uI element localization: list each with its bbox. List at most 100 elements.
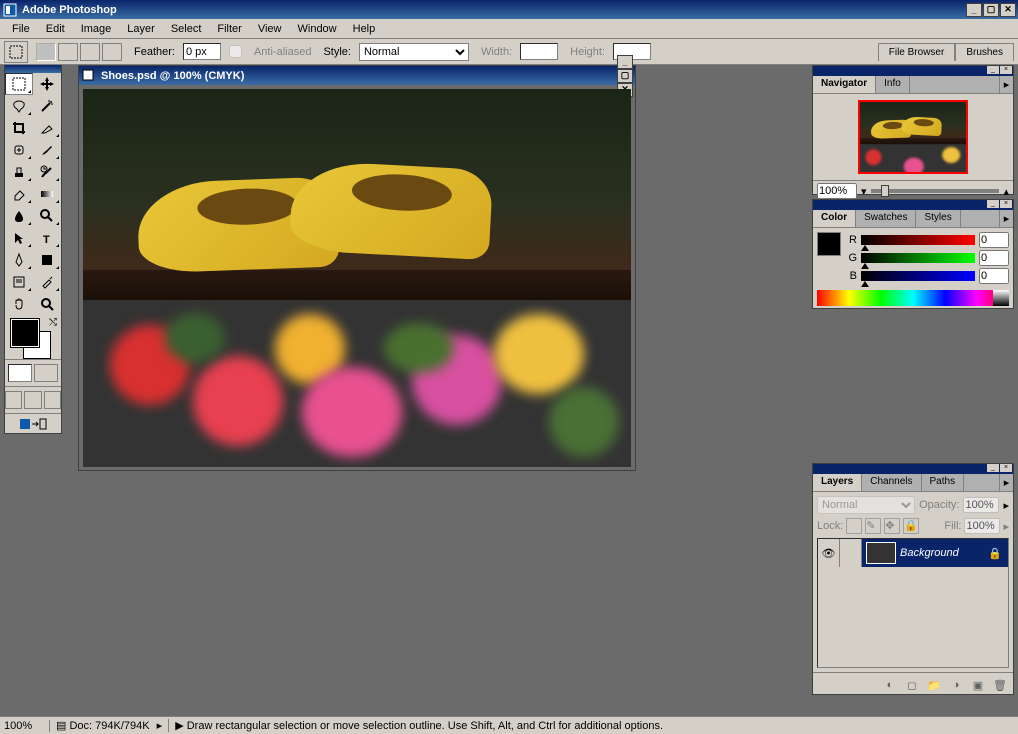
document-title-bar[interactable]: Shoes.psd @ 100% (CMYK) _ ▢ ✕ <box>79 66 635 85</box>
layer-row[interactable]: 👁 Background 🔒 <box>818 539 1008 567</box>
screen-menubar-button[interactable] <box>24 391 41 409</box>
menu-select[interactable]: Select <box>163 21 210 37</box>
menu-edit[interactable]: Edit <box>38 21 73 37</box>
quickmask-mode-button[interactable] <box>34 364 58 382</box>
style-select[interactable]: Normal <box>359 43 469 61</box>
selection-intersect-button[interactable] <box>102 43 122 61</box>
feather-input[interactable] <box>183 43 221 60</box>
tab-file-browser[interactable]: File Browser <box>878 43 956 61</box>
panel-minimize-icon[interactable]: _ <box>987 200 999 208</box>
maximize-button[interactable]: ▢ <box>983 3 999 17</box>
menu-layer[interactable]: Layer <box>119 21 163 37</box>
gradient-tool[interactable] <box>33 183 61 205</box>
selection-add-button[interactable] <box>58 43 78 61</box>
selection-new-button[interactable] <box>36 43 56 61</box>
status-menu-icon[interactable]: ▸ <box>157 720 163 732</box>
document-canvas[interactable] <box>83 89 631 467</box>
color-panel-titlebar[interactable]: _ × <box>813 200 1013 210</box>
zoom-out-icon[interactable]: ▾ <box>861 185 867 198</box>
current-tool-icon[interactable] <box>4 41 28 63</box>
screen-standard-button[interactable] <box>5 391 22 409</box>
blur-tool[interactable] <box>5 205 33 227</box>
type-tool[interactable]: T <box>33 227 61 249</box>
navigator-zoom-input[interactable] <box>817 183 857 199</box>
adjustment-layer-button[interactable]: ◑ <box>946 676 966 694</box>
tab-channels[interactable]: Channels <box>862 474 921 491</box>
crop-tool[interactable] <box>5 117 33 139</box>
layer-visibility-icon[interactable]: 👁 <box>818 539 840 567</box>
blue-slider[interactable] <box>861 271 975 281</box>
toolbox-grip[interactable] <box>5 65 61 73</box>
tab-layers[interactable]: Layers <box>813 474 862 491</box>
eyedropper-tool[interactable] <box>33 271 61 293</box>
eraser-tool[interactable] <box>5 183 33 205</box>
layers-panel-menu[interactable]: ▸ <box>999 474 1013 491</box>
layer-style-button[interactable]: ◐ <box>880 676 900 694</box>
tab-info[interactable]: Info <box>876 76 910 93</box>
move-tool[interactable] <box>33 73 61 95</box>
navigator-thumbnail[interactable] <box>858 100 968 174</box>
menu-file[interactable]: File <box>4 21 38 37</box>
lock-all-button[interactable]: 🔒 <box>903 518 919 534</box>
new-layer-button[interactable]: ▣ <box>968 676 988 694</box>
tab-color[interactable]: Color <box>813 210 856 227</box>
foreground-color-swatch[interactable] <box>11 319 39 347</box>
shape-tool[interactable] <box>33 249 61 271</box>
panel-minimize-icon[interactable]: _ <box>987 464 999 472</box>
navigator-panel-menu[interactable]: ▸ <box>999 76 1013 93</box>
color-panel-menu[interactable]: ▸ <box>999 210 1013 227</box>
status-zoom[interactable]: 100% <box>0 720 50 732</box>
lock-transparency-button[interactable] <box>846 518 862 534</box>
hand-tool[interactable] <box>5 293 33 315</box>
brush-tool[interactable] <box>33 139 61 161</box>
doc-minimize-button[interactable]: _ <box>617 55 633 69</box>
layer-thumbnail[interactable] <box>866 542 896 564</box>
navigator-zoom-slider[interactable] <box>871 189 1000 193</box>
standard-mode-button[interactable] <box>8 364 32 382</box>
close-button[interactable]: ✕ <box>1000 3 1016 17</box>
layer-link-icon[interactable] <box>840 539 862 567</box>
menu-window[interactable]: Window <box>290 21 345 37</box>
jump-to-imageready[interactable] <box>5 413 61 433</box>
clone-stamp-tool[interactable] <box>5 161 33 183</box>
tab-navigator[interactable]: Navigator <box>813 76 876 93</box>
menu-help[interactable]: Help <box>345 21 384 37</box>
navigator-panel-titlebar[interactable]: _ × <box>813 66 1013 76</box>
color-ramp[interactable] <box>817 290 1009 306</box>
panel-close-icon[interactable]: × <box>1000 66 1012 74</box>
menu-view[interactable]: View <box>250 21 290 37</box>
swap-colors-icon[interactable]: ⤭ <box>49 317 57 328</box>
healing-brush-tool[interactable] <box>5 139 33 161</box>
screen-full-button[interactable] <box>44 391 61 409</box>
lock-image-button[interactable]: ✎ <box>865 518 881 534</box>
menu-filter[interactable]: Filter <box>209 21 249 37</box>
doc-maximize-button[interactable]: ▢ <box>617 69 633 83</box>
notes-tool[interactable] <box>5 271 33 293</box>
tab-swatches[interactable]: Swatches <box>856 210 916 227</box>
history-brush-tool[interactable] <box>33 161 61 183</box>
status-doc-size[interactable]: ▤ Doc: 794K/794K ▸ <box>50 719 169 732</box>
zoom-in-icon[interactable]: ▴ <box>1003 185 1009 198</box>
layer-mask-button[interactable]: ◻ <box>902 676 922 694</box>
minimize-button[interactable]: _ <box>966 3 982 17</box>
red-input[interactable] <box>979 232 1009 248</box>
color-preview-swatch[interactable] <box>817 232 841 256</box>
lock-position-button[interactable]: ✥ <box>884 518 900 534</box>
tab-styles[interactable]: Styles <box>916 210 960 227</box>
selection-subtract-button[interactable] <box>80 43 100 61</box>
panel-close-icon[interactable]: × <box>1000 464 1012 472</box>
magic-wand-tool[interactable] <box>33 95 61 117</box>
tab-paths[interactable]: Paths <box>922 474 965 491</box>
lasso-tool[interactable] <box>5 95 33 117</box>
layers-panel-titlebar[interactable]: _ × <box>813 464 1013 474</box>
green-slider[interactable] <box>861 253 975 263</box>
layer-name[interactable]: Background <box>900 547 988 559</box>
marquee-tool[interactable] <box>5 73 33 95</box>
dodge-tool[interactable] <box>33 205 61 227</box>
path-selection-tool[interactable] <box>5 227 33 249</box>
zoom-tool[interactable] <box>33 293 61 315</box>
layer-set-button[interactable]: 📁 <box>924 676 944 694</box>
slice-tool[interactable] <box>33 117 61 139</box>
blue-input[interactable] <box>979 268 1009 284</box>
menu-image[interactable]: Image <box>73 21 120 37</box>
